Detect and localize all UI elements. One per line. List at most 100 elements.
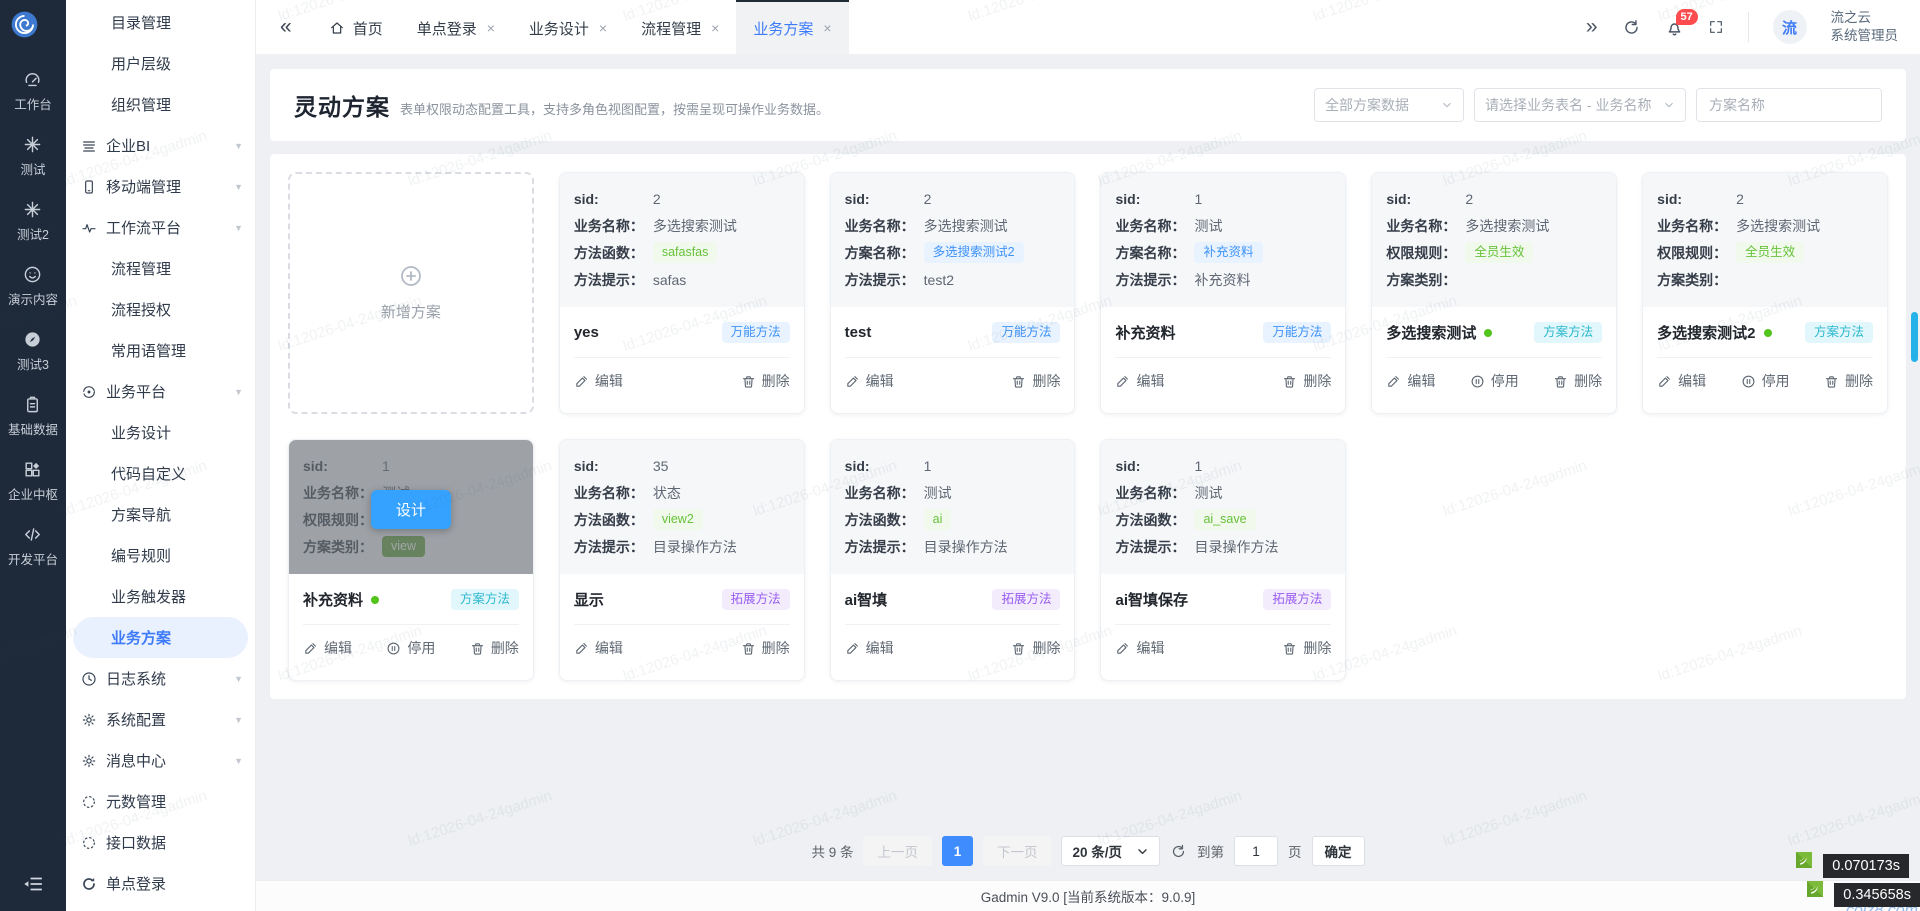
menu-item-5[interactable]: 移动端管理▼	[66, 166, 255, 207]
user-info[interactable]: 流之云 系统管理员	[1831, 9, 1899, 44]
pause-button[interactable]: 停用	[386, 638, 435, 658]
card-actions: 编辑 停用 删除	[1657, 357, 1873, 391]
rail-item-5[interactable]: 测试3	[8, 319, 58, 384]
menu-item-16[interactable]: 业务方案	[73, 617, 248, 658]
menu-item-6[interactable]: 工作流平台▼	[66, 207, 255, 248]
scope-select-value: 全部方案数据	[1325, 95, 1409, 115]
plan-card-info: sid:1业务名称：测试权限规则：全员生效方案类别：view设计	[289, 440, 533, 574]
sidebar-collapse-button[interactable]	[22, 873, 44, 895]
edit-button[interactable]: 编辑	[1115, 371, 1164, 391]
menu-item-9[interactable]: 常用语管理	[66, 330, 255, 371]
goto-confirm-button[interactable]: 确定	[1312, 836, 1365, 866]
menu-item-20[interactable]: 元数管理	[66, 781, 255, 822]
rail-item-label: 测试3	[17, 354, 49, 373]
card-actions: 编辑 删除	[574, 357, 790, 391]
menu-item-2[interactable]: 用户层级	[66, 43, 255, 84]
delete-button[interactable]: 删除	[1282, 371, 1331, 391]
menu-item-label: 日志系统	[106, 668, 166, 689]
menu-item-4[interactable]: 企业BI▼	[66, 125, 255, 166]
edit-label: 编辑	[595, 371, 623, 391]
delete-button[interactable]: 删除	[1553, 371, 1602, 391]
menu-item-label: 方案导航	[111, 504, 171, 525]
trash-icon	[1282, 641, 1297, 656]
design-button[interactable]: 设计	[371, 490, 451, 529]
vertical-scrollbar-thumb[interactable]	[1911, 312, 1918, 362]
info-row: 业务名称：测试	[845, 479, 1061, 506]
tab-close-icon[interactable]: ×	[711, 20, 719, 36]
fullscreen-button[interactable]	[1708, 19, 1724, 35]
edit-button[interactable]: 编辑	[1386, 371, 1435, 391]
rail-item-2[interactable]: 测试	[8, 124, 58, 189]
menu-item-13[interactable]: 方案导航	[66, 494, 255, 535]
rail-item-6[interactable]: 基础数据	[8, 384, 58, 449]
plan-name-input[interactable]: 方案名称	[1696, 88, 1882, 122]
menu-item-11[interactable]: 业务设计	[66, 412, 255, 453]
filter-bar: 全部方案数据 请选择业务表名 - 业务名称 方案名称	[1314, 88, 1882, 122]
menu-item-15[interactable]: 业务触发器	[66, 576, 255, 617]
menu-item-22[interactable]: 单点登录	[66, 863, 255, 904]
tab-4[interactable]: 业务方案×	[736, 0, 848, 54]
delete-button[interactable]: 删除	[741, 371, 790, 391]
pagination-refresh-button[interactable]	[1170, 843, 1187, 860]
page-header: 灵动方案 表单权限动态配置工具，支持多角色视图配置，按需呈现可操作业务数据。 全…	[270, 69, 1906, 141]
field-value: 状态	[653, 483, 681, 503]
menu-item-1[interactable]: 目录管理	[66, 2, 255, 43]
rail-item-7[interactable]: 企业中枢	[8, 449, 58, 514]
info-row: 业务名称：多选搜索测试	[1386, 212, 1602, 239]
prev-page-button[interactable]: 上一页	[863, 836, 932, 866]
edit-button[interactable]: 编辑	[303, 638, 352, 658]
tab-2[interactable]: 业务设计×	[512, 0, 624, 54]
edit-button[interactable]: 编辑	[1115, 638, 1164, 658]
rail-item-1[interactable]: 工作台	[8, 59, 58, 124]
user-avatar[interactable]: 流	[1773, 10, 1807, 44]
tab-home[interactable]: 首页	[312, 0, 400, 54]
refresh-button[interactable]	[1622, 18, 1641, 37]
menu-item-3[interactable]: 组织管理	[66, 84, 255, 125]
menu-item-18[interactable]: 系统配置▼	[66, 699, 255, 740]
edit-button[interactable]: 编辑	[574, 371, 623, 391]
tab-close-icon[interactable]: ×	[487, 20, 495, 36]
menu-item-17[interactable]: 日志系统▼	[66, 658, 255, 699]
delete-button[interactable]: 删除	[470, 638, 519, 658]
goto-page-input[interactable]: 1	[1234, 836, 1278, 866]
menu-item-7[interactable]: 流程管理	[66, 248, 255, 289]
menu-item-10[interactable]: 业务平台▼	[66, 371, 255, 412]
tab-close-icon[interactable]: ×	[599, 20, 607, 36]
delete-button[interactable]: 删除	[741, 638, 790, 658]
table-select[interactable]: 请选择业务表名 - 业务名称	[1474, 88, 1686, 122]
menu-item-21[interactable]: 接口数据	[66, 822, 255, 863]
add-plan-card[interactable]: 新增方案	[288, 172, 534, 414]
current-page-button[interactable]: 1	[942, 836, 973, 866]
sid-value: 2	[924, 191, 932, 207]
menu-item-8[interactable]: 流程授权	[66, 289, 255, 330]
tab-label: 首页	[353, 18, 383, 39]
pause-button[interactable]: 停用	[1741, 371, 1790, 391]
tab-1[interactable]: 单点登录×	[400, 0, 512, 54]
edit-button[interactable]: 编辑	[574, 638, 623, 658]
menu-item-14[interactable]: 编号规则	[66, 535, 255, 576]
pause-circle-icon	[386, 641, 401, 656]
delete-button[interactable]: 删除	[1011, 638, 1060, 658]
edit-button[interactable]: 编辑	[845, 371, 894, 391]
edit-button[interactable]: 编辑	[1657, 371, 1706, 391]
rail-item-8[interactable]: 开发平台	[8, 514, 58, 579]
tabs-expand-button[interactable]: »	[1586, 15, 1598, 39]
edit-button[interactable]: 编辑	[845, 638, 894, 658]
delete-button[interactable]: 删除	[1011, 371, 1060, 391]
app-logo[interactable]	[11, 11, 55, 55]
scope-select[interactable]: 全部方案数据	[1314, 88, 1464, 122]
delete-button[interactable]: 删除	[1282, 638, 1331, 658]
rail-item-3[interactable]: 测试2	[8, 189, 58, 254]
notifications-button[interactable]: 57	[1665, 18, 1684, 37]
pause-button[interactable]: 停用	[1470, 371, 1519, 391]
tab-close-icon[interactable]: ×	[823, 20, 831, 36]
menu-item-12[interactable]: 代码自定义	[66, 453, 255, 494]
tabs-collapse-button[interactable]: «	[280, 15, 292, 39]
page-size-select[interactable]: 20 条/页	[1061, 836, 1160, 866]
rail-item-4[interactable]: 演示内容	[8, 254, 58, 319]
info-row: 业务名称：多选搜索测试	[574, 212, 790, 239]
delete-button[interactable]: 删除	[1824, 371, 1873, 391]
menu-item-19[interactable]: 消息中心▼	[66, 740, 255, 781]
next-page-button[interactable]: 下一页	[983, 836, 1052, 866]
tab-3[interactable]: 流程管理×	[624, 0, 736, 54]
